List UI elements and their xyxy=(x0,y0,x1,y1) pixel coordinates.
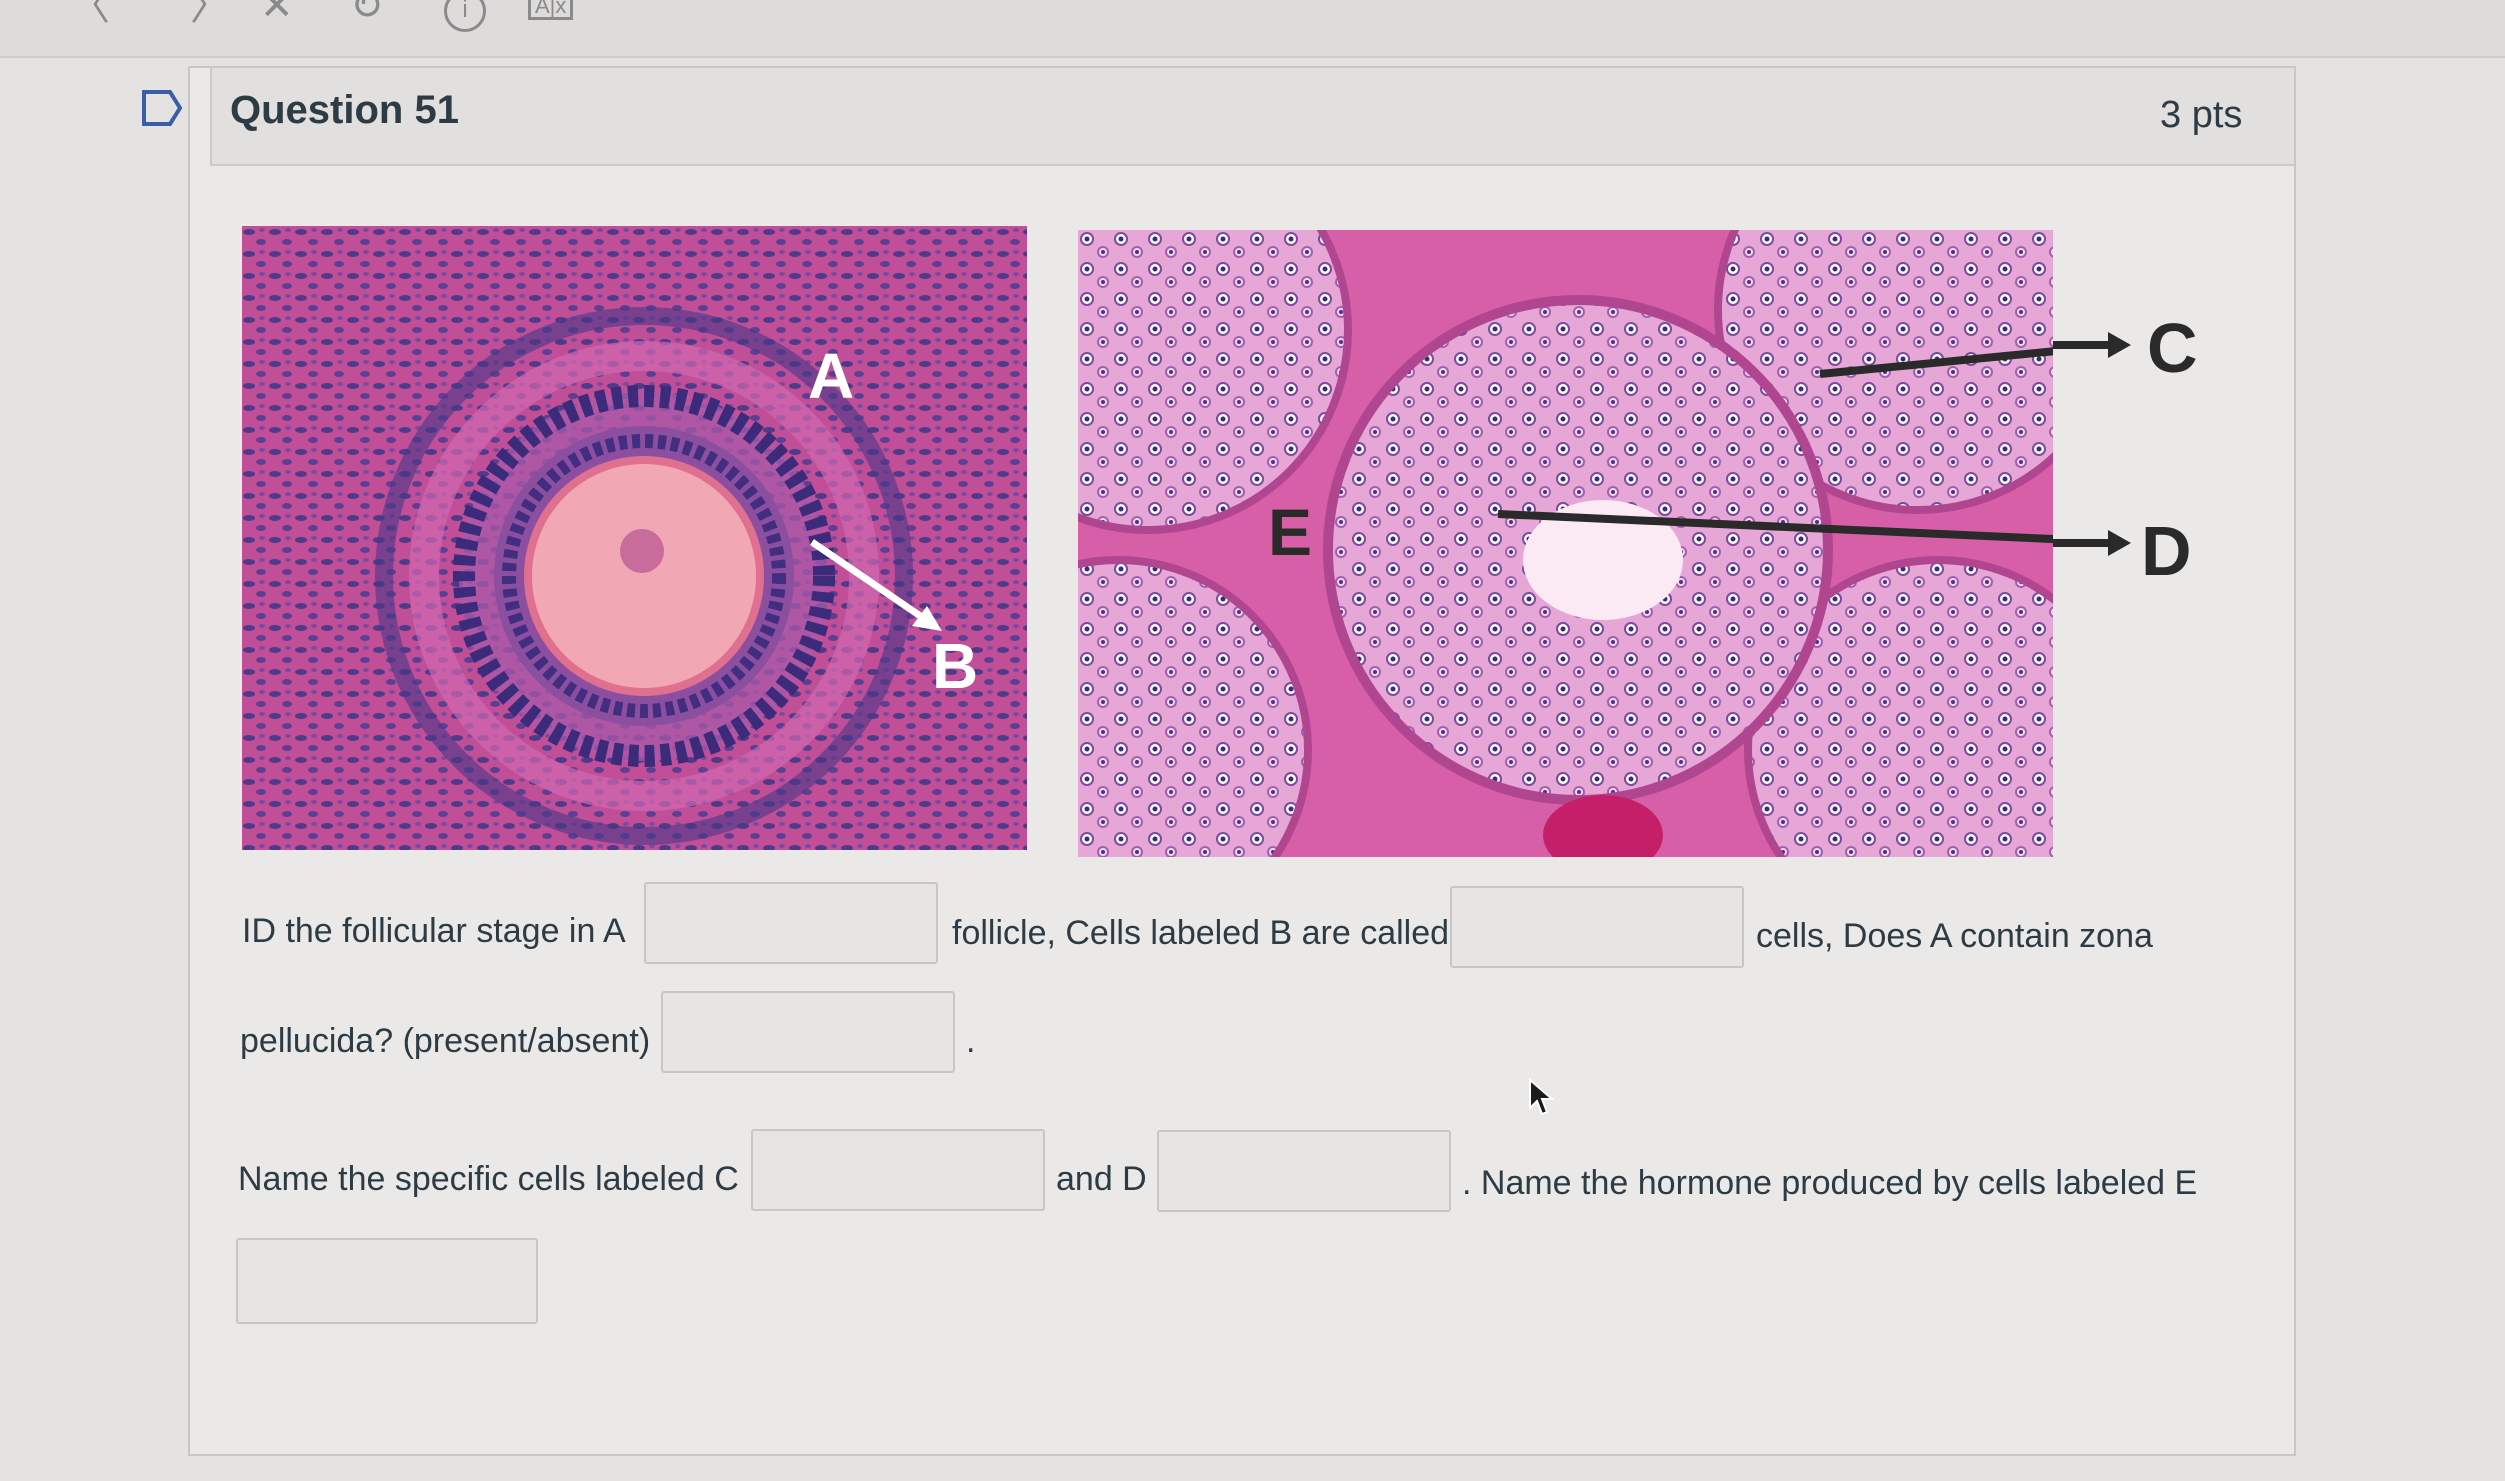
prompt-text: . Name the hormone produced by cells lab… xyxy=(1462,1164,2198,1202)
ovary-histology-image: A B xyxy=(242,226,1027,850)
label-e: E xyxy=(1268,495,1312,569)
accessibility-icon[interactable]: A|x xyxy=(528,0,574,20)
prompt-text: ID the follicular stage in A xyxy=(242,912,626,950)
prompt-text: and D xyxy=(1056,1160,1147,1198)
prompt-text: Name the specific cells labeled C xyxy=(238,1160,739,1198)
question-title: Question 51 xyxy=(230,88,459,132)
refresh-icon[interactable]: ↻ xyxy=(350,0,384,26)
cells-b-input[interactable] xyxy=(1450,886,1744,968)
close-icon[interactable]: ✕ xyxy=(260,0,294,26)
label-a: A xyxy=(808,340,854,412)
forward-icon[interactable]: 〉 xyxy=(190,0,230,26)
back-icon[interactable]: 〈 xyxy=(70,0,110,26)
label-d: D xyxy=(2141,512,2192,590)
cells-c-input[interactable] xyxy=(751,1129,1045,1211)
label-c: C xyxy=(2147,309,2198,387)
cells-d-input[interactable] xyxy=(1157,1130,1451,1212)
mouse-cursor-icon xyxy=(1529,1078,1554,1116)
question-points: 3 pts xyxy=(2160,94,2243,136)
testis-histology-image: E xyxy=(1078,230,2053,857)
label-arrows: C D xyxy=(2053,309,2198,590)
prompt-text: cells, Does A contain zona xyxy=(1756,917,2153,955)
info-icon[interactable]: i xyxy=(444,0,486,32)
label-b: B xyxy=(932,630,978,702)
prompt-text: . xyxy=(966,1022,976,1060)
zona-pellucida-input[interactable] xyxy=(661,991,955,1073)
flag-icon[interactable] xyxy=(140,88,184,128)
hormone-e-input[interactable] xyxy=(236,1238,538,1324)
question-header xyxy=(210,68,2294,166)
prompt-text: follicle, Cells labeled B are called xyxy=(952,914,1450,952)
browser-toolbar: 〈 〉 ✕ ↻ i A|x xyxy=(0,0,2505,58)
follicular-stage-input[interactable] xyxy=(644,882,938,964)
prompt-text: pellucida? (present/absent) xyxy=(240,1022,651,1060)
